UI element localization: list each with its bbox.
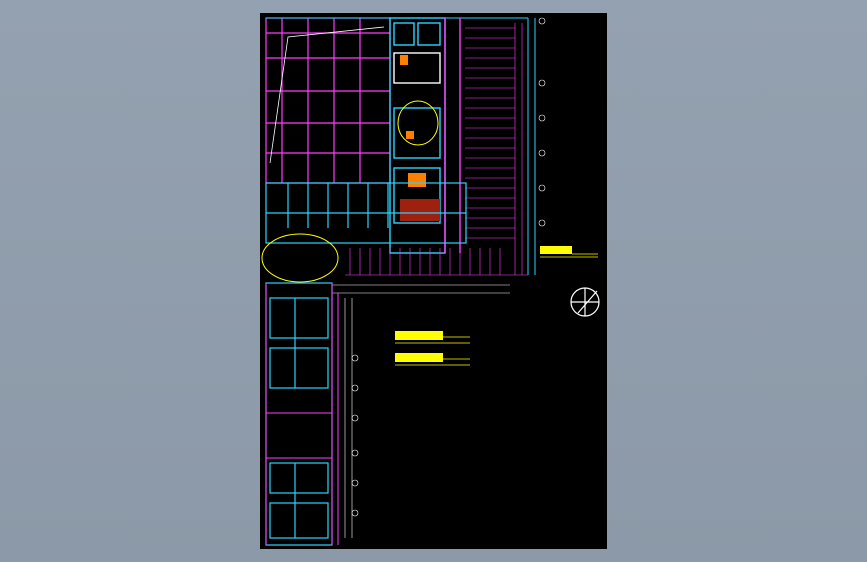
cad-viewport[interactable]	[0, 0, 867, 562]
revision-cloud-lower	[261, 233, 339, 283]
lower-ramp	[345, 248, 528, 276]
drawing-sheet[interactable]	[260, 13, 607, 549]
ramp-hatch	[465, 23, 523, 275]
furniture-block-4	[400, 199, 440, 221]
north-arrow-icon	[570, 287, 600, 317]
legend-center-2	[395, 353, 470, 366]
axis-bubbles-right	[351, 17, 546, 517]
left-wing-walls	[265, 283, 339, 545]
floor-plan-drawing	[261, 17, 600, 546]
furniture-block-2	[406, 131, 414, 139]
legend-center-1	[395, 331, 470, 344]
left-wing	[265, 282, 333, 546]
furniture-block-1	[400, 55, 408, 65]
main-hall	[265, 17, 391, 184]
hall-boundary-line	[269, 26, 385, 164]
dimension-line-horizontal	[332, 284, 510, 294]
furniture-block-3	[408, 173, 426, 187]
dimension-line-vertical	[344, 298, 353, 538]
legend-right	[540, 246, 598, 258]
